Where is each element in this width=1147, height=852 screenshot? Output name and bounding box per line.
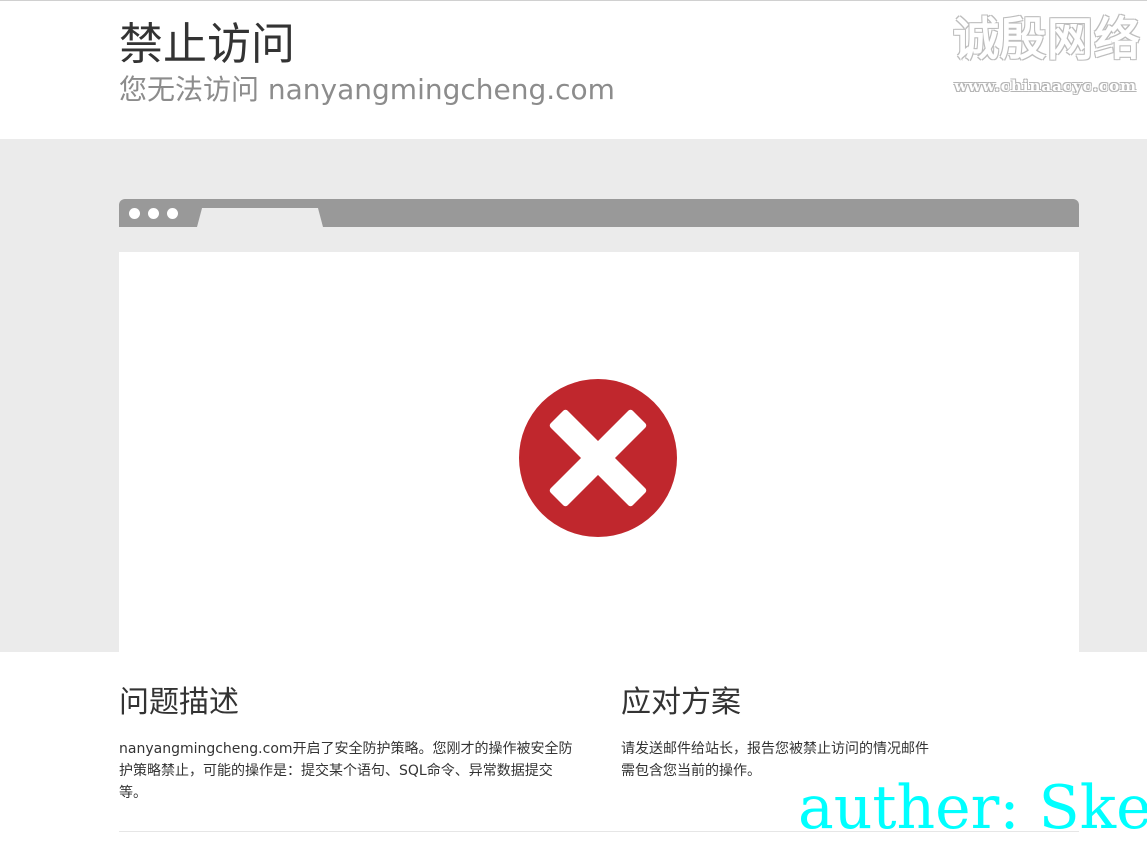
watermark-logo: 诚殷网络 (953, 12, 1141, 66)
browser-mock-tab (197, 208, 323, 227)
browser-mock-titlebar (119, 199, 1079, 227)
solution-section: 应对方案 请发送邮件给站长，报告您被禁止访问的情况邮件需包含您当前的操作。 (621, 684, 931, 782)
header: 禁止访问 您无法访问 nanyangmingcheng.com 诚殷网络 www… (0, 0, 1147, 139)
watermark-url: www.chinaacyc.com (954, 77, 1137, 95)
window-dot-icon (148, 208, 159, 219)
page-title: 禁止访问 (119, 19, 295, 70)
problem-text: nanyangmingcheng.com开启了安全防护策略。您刚才的操作被安全防… (119, 741, 573, 801)
window-dot-icon (129, 208, 140, 219)
page: 禁止访问 您无法访问 nanyangmingcheng.com 诚殷网络 www… (0, 0, 1147, 852)
problem-title: 问题描述 (119, 685, 239, 720)
problem-section: 问题描述 nanyangmingcheng.com开启了安全防护策略。您刚才的操… (119, 684, 579, 804)
solution-title: 应对方案 (621, 685, 741, 720)
window-dot-icon (167, 208, 178, 219)
author-overlay: auther: Ske (798, 773, 1147, 843)
error-x-icon (519, 379, 677, 537)
browser-mock-body (119, 252, 1079, 652)
page-subtitle: 您无法访问 nanyangmingcheng.com (119, 73, 615, 106)
